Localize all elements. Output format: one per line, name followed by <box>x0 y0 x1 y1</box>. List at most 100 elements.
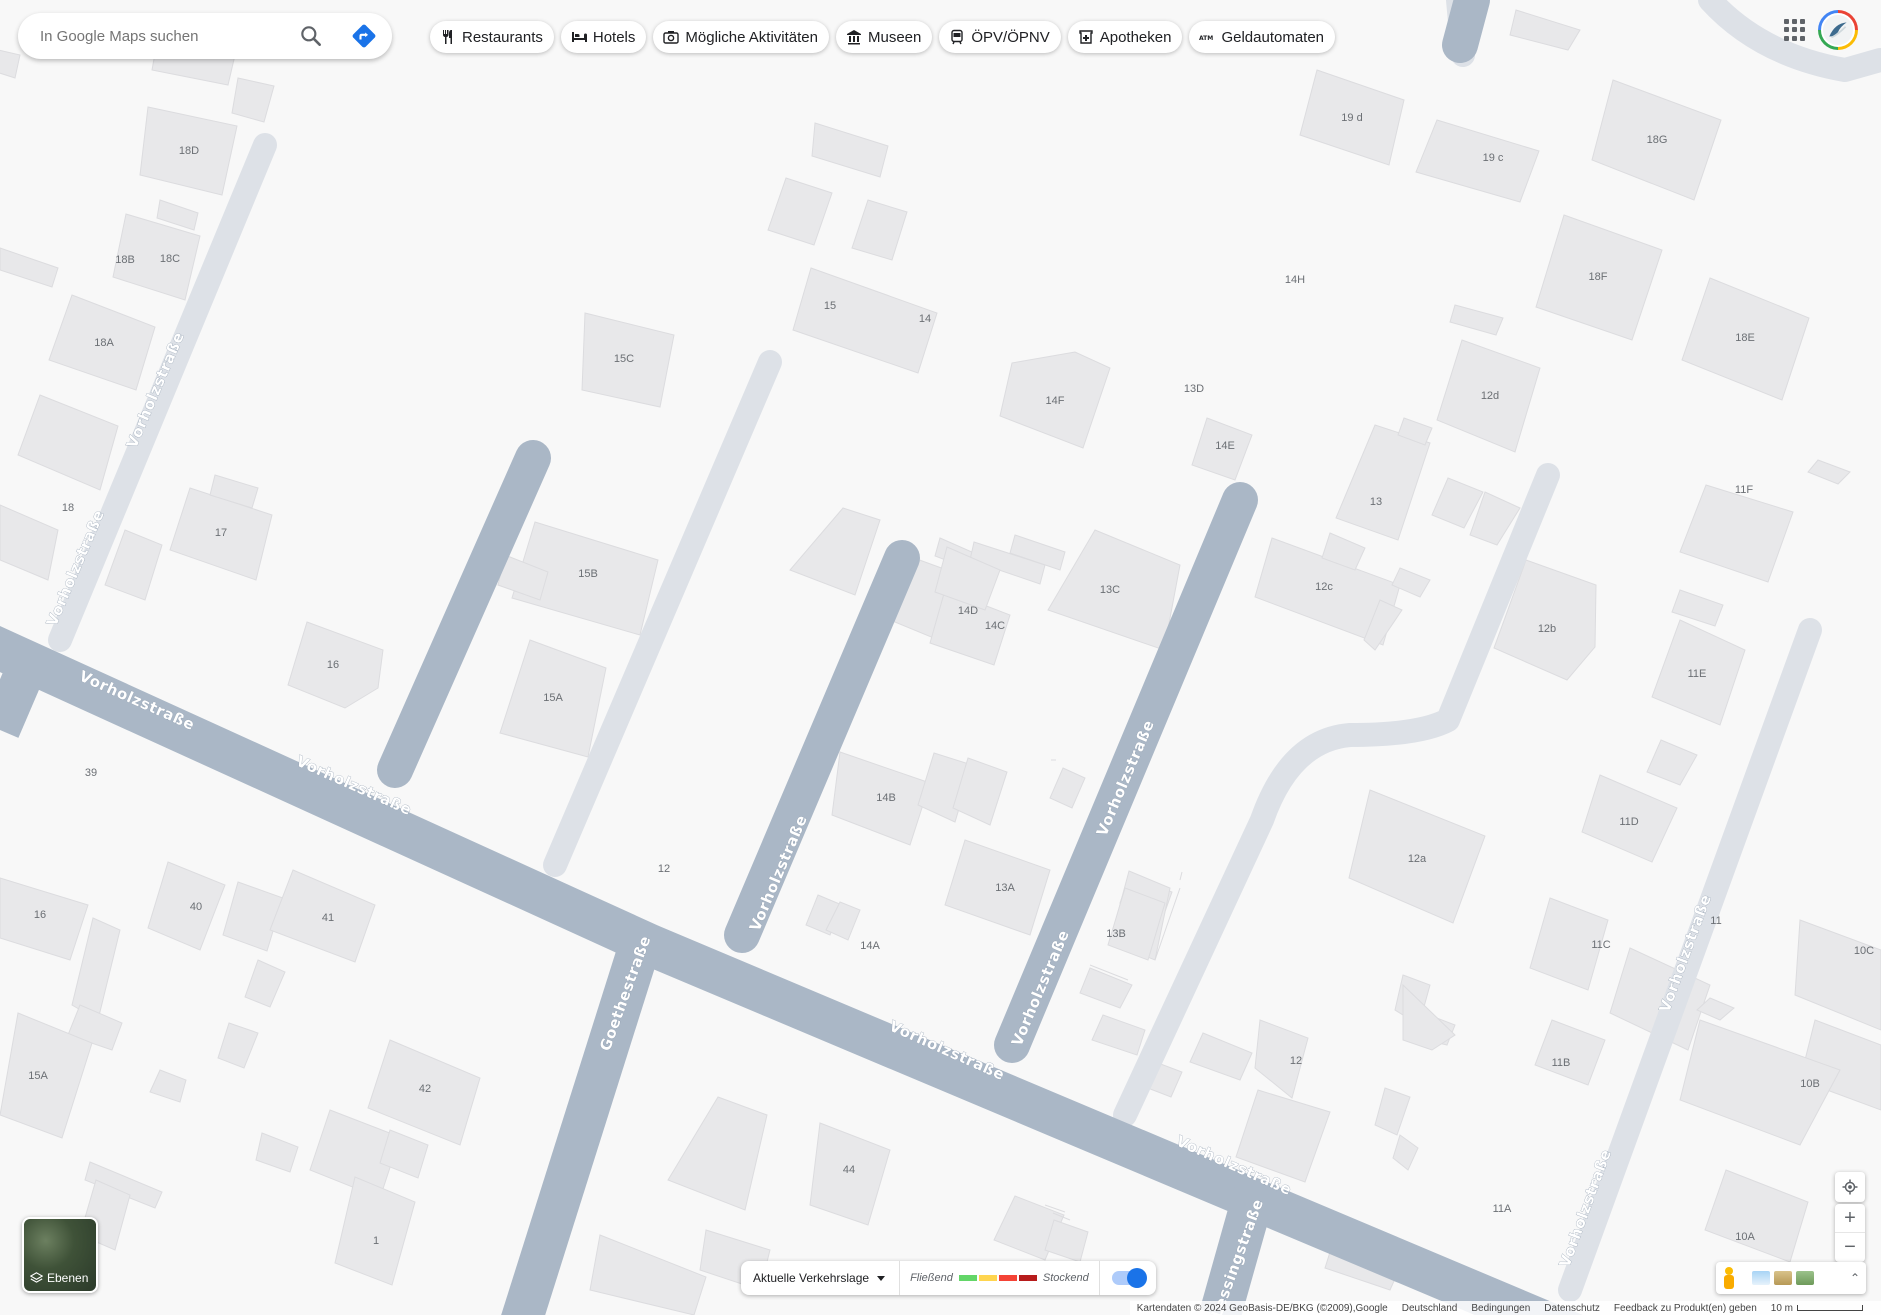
attribution-bar: Kartendaten © 2024 GeoBasis-DE/BKG (©200… <box>1130 1301 1881 1315</box>
building-label: 1 <box>373 1235 379 1247</box>
building-label: 12b <box>1538 623 1556 635</box>
building-label: 14C <box>985 620 1005 632</box>
building-label: 14D <box>958 605 978 617</box>
imagery-thumb[interactable] <box>1796 1271 1814 1285</box>
feedback-link[interactable]: Feedback zu Produkt(en) geben <box>1614 1303 1757 1314</box>
chip-hotels[interactable]: Hotels <box>560 21 647 53</box>
imagery-bar: ⌃ <box>1716 1262 1866 1294</box>
chip-pharmacies[interactable]: Apotheken <box>1067 21 1183 53</box>
traffic-dropdown[interactable]: Aktuelle Verkehrslage <box>741 1261 901 1295</box>
building-label: 11A <box>1493 1203 1512 1215</box>
building-label: 41 <box>322 912 334 924</box>
account-avatar[interactable] <box>1818 10 1858 50</box>
traffic-toggle[interactable] <box>1100 1261 1156 1295</box>
directions-icon[interactable] <box>350 22 378 50</box>
location-target-icon <box>1842 1179 1858 1195</box>
apps-grid-icon[interactable] <box>1784 19 1806 41</box>
chip-restaurants[interactable]: Restaurants <box>430 21 554 53</box>
building-label: 11D <box>1619 816 1638 828</box>
terms-link[interactable]: Bedingungen <box>1471 1303 1530 1314</box>
building-label: 10B <box>1800 1078 1820 1090</box>
building-label: 13 <box>1370 496 1382 508</box>
building-label: 13D <box>1184 383 1204 395</box>
search-icon[interactable] <box>298 23 324 49</box>
traffic-panel: Aktuelle Verkehrslage Fließend Stockend <box>741 1261 1156 1295</box>
zoom-in-button[interactable]: + <box>1835 1204 1865 1233</box>
scale-bar[interactable]: 10 m <box>1771 1303 1863 1314</box>
building-label: 10C <box>1854 945 1874 957</box>
caret-down-icon <box>877 1275 886 1281</box>
hotel-icon <box>571 29 587 45</box>
building-label: 14 <box>919 313 931 325</box>
legend-swatch <box>978 1275 997 1281</box>
building-label: 13A <box>995 882 1015 894</box>
building-label: 11B <box>1552 1057 1571 1069</box>
building-label: 19 d <box>1341 112 1362 124</box>
building-label: 14E <box>1215 440 1235 452</box>
attribution-country[interactable]: Deutschland <box>1402 1303 1458 1314</box>
legend-swatch <box>1018 1275 1037 1281</box>
layers-button[interactable]: Ebenen <box>22 1217 98 1293</box>
building-label: 18F <box>1589 271 1608 283</box>
building-label: 18G <box>1647 134 1668 146</box>
building-label: 14B <box>876 792 896 804</box>
building-label: 16 <box>34 909 46 921</box>
building-label: 14A <box>860 940 880 952</box>
imagery-thumb[interactable] <box>1774 1271 1792 1285</box>
attribution-data: Kartendaten © 2024 GeoBasis-DE/BKG (©200… <box>1136 1302 1388 1314</box>
building-label: 12c <box>1315 581 1333 593</box>
map-canvas[interactable]: Vorholzstraße Vorholzstraße Vorholzstraß… <box>0 0 1881 1315</box>
zoom-controls: + − <box>1835 1204 1865 1262</box>
my-location-button[interactable] <box>1835 1172 1865 1202</box>
building-label: 44 <box>843 1164 855 1176</box>
building-label: 39 <box>85 767 97 779</box>
building-label: 11F <box>1735 484 1753 496</box>
chip-museums[interactable]: Museen <box>835 21 933 53</box>
chip-activities[interactable]: Mögliche Aktivitäten <box>653 21 829 53</box>
building-label: 11 <box>1710 915 1721 927</box>
building-label: 15A <box>28 1070 48 1082</box>
building-label: 11C <box>1591 939 1610 951</box>
search-box[interactable] <box>18 13 392 59</box>
profile-picture-icon <box>1829 22 1847 39</box>
building-label: 18 <box>62 502 74 514</box>
building-label: 12d <box>1481 390 1499 402</box>
building-label: 40 <box>190 901 202 913</box>
chip-transit[interactable]: ÖPV/ÖPNV <box>939 21 1061 53</box>
restaurant-icon <box>440 29 456 45</box>
building-label: 13C <box>1100 584 1120 596</box>
imagery-thumb[interactable] <box>1752 1271 1770 1285</box>
building-label: 42 <box>419 1083 431 1095</box>
building-label: 11E <box>1688 668 1707 680</box>
museum-icon <box>846 29 862 45</box>
building-label: 18B <box>115 254 135 266</box>
building-label: 12 <box>658 863 670 875</box>
building-label: 10A <box>1735 1231 1755 1243</box>
building-label: 16 <box>327 659 339 671</box>
pharmacy-icon <box>1078 29 1094 45</box>
camera-icon <box>663 29 680 45</box>
building-label: 15C <box>614 353 634 365</box>
search-input[interactable] <box>40 27 298 45</box>
privacy-link[interactable]: Datenschutz <box>1544 1303 1600 1314</box>
transit-icon <box>949 29 965 45</box>
expand-up-icon[interactable]: ⌃ <box>1850 1271 1860 1285</box>
pegman-icon[interactable] <box>1722 1267 1736 1289</box>
building-label: 15A <box>543 692 563 704</box>
building-label: 18A <box>94 337 114 349</box>
building-label: 14H <box>1285 274 1305 286</box>
traffic-legend: Fließend Stockend <box>900 1261 1100 1295</box>
building-label: 13B <box>1106 928 1126 940</box>
category-chips: Restaurants Hotels Mögliche Aktivitäten … <box>430 21 1336 53</box>
layers-label: Ebenen <box>47 1271 89 1285</box>
building-label: 15B <box>578 568 598 580</box>
building-label: 19 c <box>1483 152 1504 164</box>
building-label: 18C <box>160 253 180 265</box>
zoom-out-button[interactable]: − <box>1835 1233 1865 1262</box>
layers-icon <box>30 1271 43 1283</box>
building-label: 18D <box>179 145 199 157</box>
chip-atm[interactable]: ATM Geldautomaten <box>1189 21 1336 53</box>
building-label: 17 <box>215 527 227 539</box>
building-label: 14F <box>1046 395 1065 407</box>
legend-swatch <box>958 1275 977 1281</box>
